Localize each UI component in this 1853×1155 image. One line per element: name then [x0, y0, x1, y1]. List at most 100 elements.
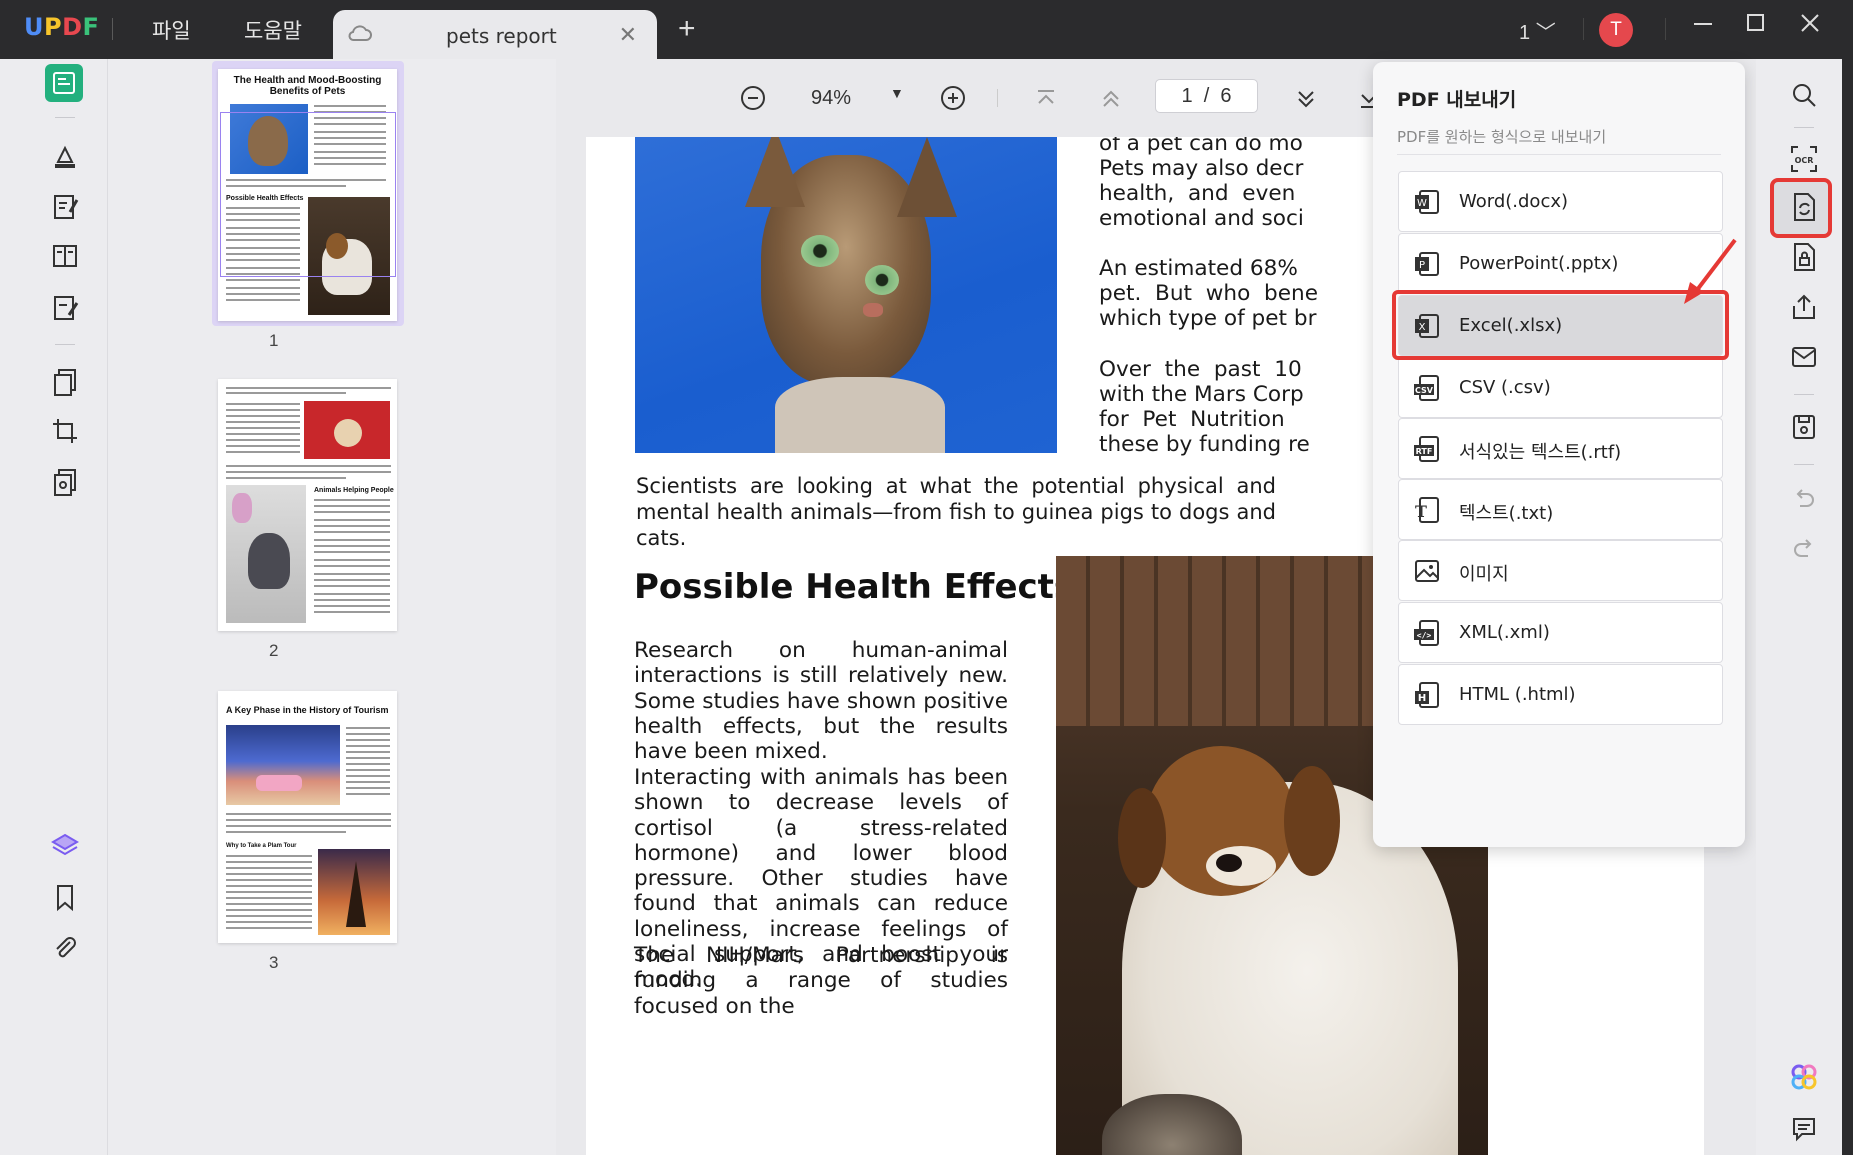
redo-icon[interactable]: [1786, 531, 1822, 567]
protect-pdf-icon[interactable]: [1786, 239, 1822, 275]
minimize-icon[interactable]: [1692, 12, 1714, 41]
form-icon[interactable]: [45, 236, 85, 276]
right-column-line: which type of pet br: [1099, 306, 1317, 331]
pdf-export-panel: PDF 내보내기 PDF를 원하는 형식으로 내보내기 W Word(.docx…: [1373, 62, 1745, 847]
updf-window: UPDF 파일 도움말 pets report ✕ + 1 ﹀ T The He…: [0, 0, 1853, 1155]
thumbnail-page-number: 3: [269, 953, 279, 972]
excel-highlight-box: [1392, 290, 1729, 360]
save-icon[interactable]: [1786, 409, 1822, 445]
zoom-value[interactable]: 94%: [811, 87, 851, 110]
undo-icon[interactable]: [1786, 481, 1822, 517]
ocr-icon[interactable]: OCR: [1786, 141, 1822, 177]
page-number-input[interactable]: 1 / 6: [1155, 79, 1258, 113]
rail-divider: [1794, 127, 1814, 128]
maximize-icon[interactable]: [1745, 12, 1767, 41]
panel-divider: [1397, 154, 1721, 155]
export-powerpoint-button[interactable]: P PowerPoint(.pptx): [1398, 233, 1723, 294]
window-page-indicator[interactable]: 1 ﹀: [1519, 16, 1556, 45]
rail-divider: [1794, 394, 1814, 395]
share-icon[interactable]: [1786, 289, 1822, 325]
section-heading: Possible Health Effects: [634, 567, 1075, 607]
thumbnail-title: The Health and Mood-Boosting Benefits of…: [233, 75, 382, 97]
bookmark-icon[interactable]: [45, 877, 85, 917]
svg-text:T: T: [1415, 502, 1427, 521]
fill-sign-icon[interactable]: [45, 288, 85, 328]
zoom-out-icon[interactable]: [740, 85, 766, 116]
crop-icon[interactable]: [45, 411, 85, 451]
cloud-icon: [347, 22, 373, 51]
image-icon: [1412, 556, 1442, 586]
thumbnail-tourism-image: [226, 725, 340, 805]
tab-close-icon[interactable]: ✕: [619, 22, 637, 48]
comments-panel-icon[interactable]: [1786, 1111, 1822, 1147]
export-panel-subtitle: PDF를 원하는 형식으로 내보내기: [1397, 128, 1607, 146]
thumbnail-subheading: Why to Take a Plam Tour: [226, 843, 297, 849]
annotation-arrow: [1684, 238, 1737, 304]
right-tool-rail: OCR: [1756, 59, 1853, 1155]
xml-icon: </>: [1412, 618, 1442, 648]
comment-highlight-icon[interactable]: [45, 137, 85, 177]
title-divider: [112, 18, 113, 40]
svg-text:OCR: OCR: [1795, 156, 1814, 165]
export-pdf-icon[interactable]: [1786, 189, 1822, 225]
title-bar: UPDF 파일 도움말 pets report ✕ + 1 ﹀ T: [0, 0, 1853, 59]
export-xml-button[interactable]: </> XML(.xml): [1398, 602, 1723, 663]
export-word-button[interactable]: W Word(.docx): [1398, 171, 1723, 232]
svg-text:</>: </>: [1417, 631, 1432, 640]
left-tool-rail: [0, 59, 108, 1155]
thumbnail-page-number: 2: [269, 641, 279, 660]
first-page-icon[interactable]: [1034, 87, 1058, 116]
rail-divider: [55, 344, 75, 345]
thumbnail-page-3[interactable]: A Key Phase in the History of Tourism Wh…: [218, 691, 397, 943]
previous-page-icon[interactable]: [1099, 87, 1123, 116]
thumbnail-dog-costume-image: [304, 401, 390, 459]
window-right-edge: [1842, 59, 1853, 1155]
title-divider-3: [1665, 18, 1666, 40]
cat-photo: [635, 137, 1057, 453]
svg-text:RTF: RTF: [1416, 447, 1433, 456]
search-icon[interactable]: [1786, 77, 1822, 113]
zoom-in-icon[interactable]: [940, 85, 966, 116]
menu-help[interactable]: 도움말: [244, 15, 302, 45]
next-page-icon[interactable]: [1294, 87, 1318, 116]
thumbnail-cat-flowers-image: [226, 485, 306, 623]
thumbnail-page-1[interactable]: The Health and Mood-Boosting Benefits of…: [218, 69, 397, 321]
paragraph-1: Research on human-animal interactions is…: [634, 638, 1008, 765]
zoom-dropdown-icon[interactable]: ▼: [890, 85, 904, 101]
right-column-line: these by funding re: [1099, 432, 1310, 457]
paragraph-3: The NIH/Mars Partnership is funding a ra…: [634, 943, 1008, 1019]
export-panel-title: PDF 내보내기: [1397, 89, 1517, 111]
user-avatar[interactable]: T: [1599, 13, 1633, 47]
txt-icon: T: [1412, 495, 1442, 525]
thumbnail-page-2[interactable]: Animals Helping People: [218, 379, 397, 631]
svg-text:P: P: [1419, 260, 1425, 271]
export-image-button[interactable]: 이미지: [1398, 540, 1723, 601]
rail-divider: [1794, 464, 1814, 465]
document-tab[interactable]: pets report ✕: [333, 10, 657, 59]
menu-file[interactable]: 파일: [152, 15, 191, 45]
attachment-icon[interactable]: [45, 928, 85, 968]
rail-divider: [55, 117, 75, 118]
right-column-line: emotional and soci: [1099, 206, 1304, 231]
edit-pdf-icon[interactable]: [45, 187, 85, 227]
layers-icon[interactable]: [45, 826, 85, 866]
svg-text:W: W: [1417, 198, 1427, 209]
svg-text:H: H: [1418, 693, 1426, 704]
export-txt-button[interactable]: T 텍스트(.txt): [1398, 479, 1723, 540]
html-icon: H: [1412, 680, 1442, 710]
email-icon[interactable]: [1786, 339, 1822, 375]
rtf-icon: RTF: [1412, 434, 1442, 464]
close-window-icon[interactable]: [1799, 12, 1821, 41]
export-csv-button[interactable]: CSV CSV (.csv): [1398, 357, 1723, 418]
reader-mode-icon[interactable]: [45, 64, 83, 102]
tab-title: pets report: [446, 24, 557, 48]
csv-icon: CSV: [1412, 373, 1442, 403]
page-tools-icon[interactable]: [45, 462, 85, 502]
export-html-button[interactable]: H HTML (.html): [1398, 664, 1723, 725]
viewport-indicator[interactable]: [220, 112, 396, 277]
new-tab-button[interactable]: +: [678, 12, 696, 46]
thumbnail-panel: The Health and Mood-Boosting Benefits of…: [108, 59, 556, 1155]
organize-pages-icon[interactable]: [45, 362, 85, 402]
export-rtf-button[interactable]: RTF 서식있는 텍스트(.rtf): [1398, 418, 1723, 479]
ai-assistant-icon[interactable]: [1786, 1059, 1822, 1095]
